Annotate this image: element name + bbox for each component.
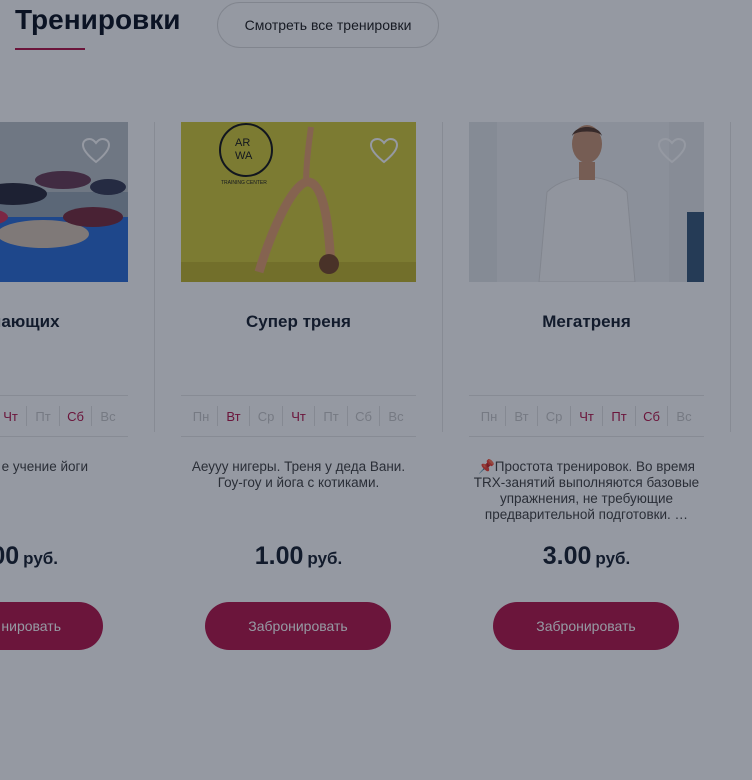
training-card[interactable]: начинающих Пн Вт Ср Чт Пт Сб Вс е учение…: [0, 122, 128, 662]
training-title-text: начинающих: [0, 312, 60, 331]
day-label: Пн: [192, 408, 210, 424]
training-title[interactable]: Мегатреня: [469, 312, 704, 332]
view-all-trainings-button[interactable]: Смотреть все тренировки: [217, 2, 439, 48]
day-label: Чт: [281, 405, 313, 426]
logo-subtext: TRAINING CENTER: [221, 180, 267, 186]
weekday-schedule: Пн Вт Ср Чт Пт Сб Вс: [181, 395, 416, 437]
training-price: 00руб.: [0, 542, 58, 571]
day-label: Вс: [379, 405, 410, 426]
day-label: Пт: [26, 405, 57, 426]
book-button[interactable]: нировать: [0, 602, 103, 650]
weekday-schedule: Пн Вт Ср Чт Пт Сб Вс: [469, 395, 704, 437]
price-currency: руб.: [307, 549, 343, 568]
book-button[interactable]: Забронировать: [493, 602, 679, 650]
training-price: 1.00 руб.: [181, 542, 416, 571]
training-description: Аеууу нигеры. Треня у деда Вани. Гоу-гоу…: [191, 459, 406, 490]
day-label: Пн: [480, 408, 498, 424]
day-label: Вс: [667, 405, 698, 426]
card-divider: [730, 122, 731, 432]
training-price: 3.00 руб.: [469, 542, 704, 571]
favorite-heart-icon[interactable]: [370, 138, 398, 164]
day-label: Вс: [91, 405, 122, 426]
price-amount: 3.00: [542, 542, 592, 570]
favorite-heart-icon[interactable]: [658, 138, 686, 164]
training-photo[interactable]: [469, 122, 704, 282]
day-label: Вт: [504, 405, 536, 426]
favorite-heart-icon[interactable]: [82, 138, 110, 164]
day-label: Сб: [634, 405, 666, 426]
training-card[interactable]: AR WA TRAINING CENTER Супер треня Пн Вт …: [181, 122, 416, 662]
title-underline: [15, 48, 85, 50]
price-amount: 1.00: [254, 542, 304, 570]
pushpin-icon: 📌: [477, 459, 495, 474]
day-label: Сб: [58, 405, 90, 426]
day-label: Пт: [602, 405, 633, 426]
book-button[interactable]: Забронировать: [205, 602, 391, 650]
day-label: Ср: [249, 405, 280, 426]
training-description: 📌Простота тренировок. Во время TRX-занят…: [469, 459, 704, 523]
training-title[interactable]: Супер треня: [181, 312, 416, 332]
day-label: Чт: [569, 405, 601, 426]
card-divider: [154, 122, 155, 432]
price-currency: руб.: [23, 549, 58, 568]
day-label: Сб: [346, 405, 378, 426]
price-currency: руб.: [595, 549, 631, 568]
training-photo[interactable]: [0, 122, 128, 282]
trainings-carousel[interactable]: начинающих Пн Вт Ср Чт Пт Сб Вс е учение…: [0, 100, 752, 700]
card-divider: [442, 122, 443, 432]
day-label: Чт: [0, 409, 25, 424]
day-label: Вт: [216, 405, 248, 426]
logo-text: AR: [235, 137, 250, 149]
day-label: Пт: [314, 405, 345, 426]
price-amount: 00: [0, 542, 20, 570]
logo-text: WA: [235, 150, 253, 162]
training-card[interactable]: Мегатреня Пн Вт Ср Чт Пт Сб Вс 📌Простота…: [469, 122, 704, 662]
page-title: Тренировки: [15, 4, 181, 35]
training-title[interactable]: начинающих: [0, 312, 128, 332]
weekday-schedule: Пн Вт Ср Чт Пт Сб Вс: [0, 395, 128, 437]
training-description-text: Простота тренировок. Во время TRX-заняти…: [473, 459, 700, 522]
day-label: Ср: [537, 405, 568, 426]
training-description: е учение йоги: [1, 459, 88, 474]
training-photo[interactable]: AR WA TRAINING CENTER: [181, 122, 416, 282]
section-header: Тренировки Смотреть все тренировки: [15, 0, 735, 60]
